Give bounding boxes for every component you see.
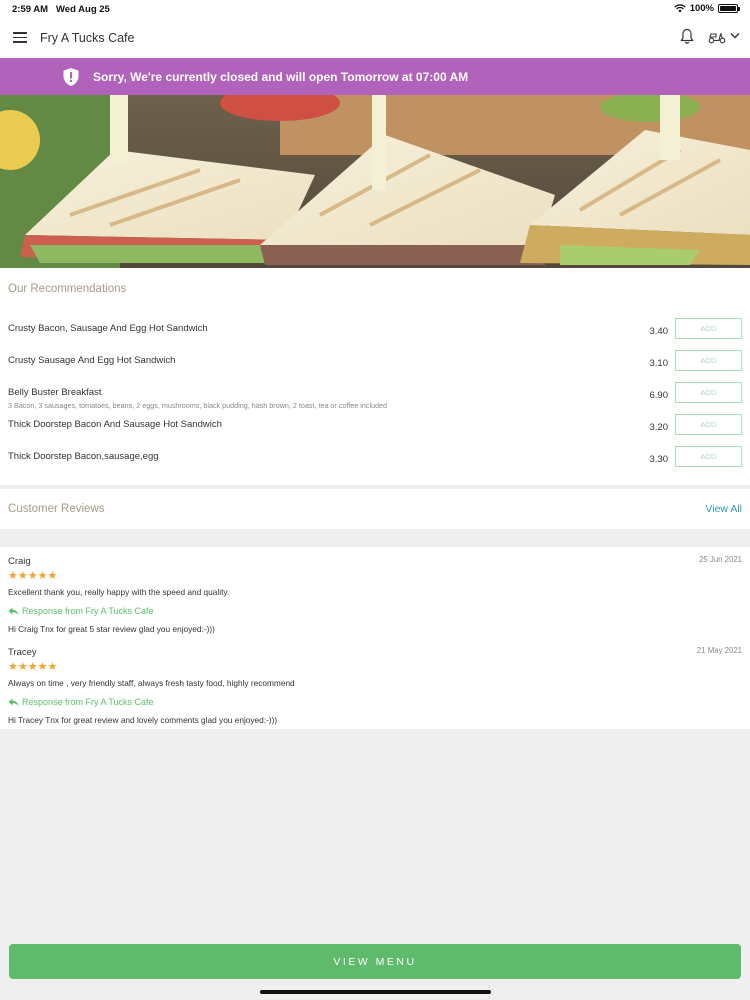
page-title: Fry A Tucks Cafe	[40, 31, 135, 45]
item-name: Crusty Bacon, Sausage And Egg Hot Sandwi…	[8, 323, 208, 334]
app-header: Fry A Tucks Cafe	[0, 18, 750, 58]
list-item[interactable]: Belly Buster Breakfast 3 Bacon, 3 sausag…	[0, 382, 750, 419]
view-all-link[interactable]: View All	[705, 503, 742, 515]
status-time: 2:59 AM	[12, 4, 49, 15]
status-bar: 2:59 AM Wed Aug 25 100%	[0, 0, 750, 18]
recommendations-section: Our Recommendations Crusty Bacon, Sausag…	[0, 268, 750, 485]
list-item[interactable]: Thick Doorstep Bacon,sausage,egg 3.30 AD…	[0, 446, 750, 483]
review-author: Craig	[8, 556, 31, 567]
hero-image	[0, 95, 750, 268]
reply-icon	[8, 607, 19, 615]
item-price: 3.30	[649, 454, 669, 465]
delivery-scooter-icon[interactable]	[708, 30, 726, 44]
reply-icon	[8, 698, 19, 706]
review-card: Tracey 21 May 2021 ★★★★★ Always on time …	[0, 638, 750, 726]
add-button[interactable]: ADD	[675, 414, 742, 435]
add-button[interactable]: ADD	[675, 350, 742, 371]
list-item[interactable]: Thick Doorstep Bacon And Sausage Hot San…	[0, 414, 750, 451]
chevron-down-icon[interactable]	[730, 32, 740, 39]
response-label-text: Response from Fry A Tucks Cafe	[22, 697, 154, 707]
star-rating: ★★★★★	[8, 570, 58, 582]
wifi-icon	[674, 4, 686, 13]
response-label-text: Response from Fry A Tucks Cafe	[22, 606, 154, 616]
battery-percent: 100%	[689, 3, 714, 14]
reviews-list: Craig 25 Jun 2021 ★★★★★ Excellent thank …	[0, 547, 750, 729]
view-menu-button[interactable]: VIEW MENU	[9, 944, 741, 979]
review-date: 25 Jun 2021	[699, 555, 742, 564]
menu-icon[interactable]	[13, 32, 27, 43]
status-right: 100%	[674, 3, 740, 14]
response-text: Hi Tracey Tnx for great review and lovel…	[8, 715, 278, 725]
bell-icon[interactable]	[680, 28, 694, 45]
item-price: 3.40	[649, 326, 669, 337]
list-item[interactable]: Crusty Sausage And Egg Hot Sandwich 3.10…	[0, 350, 750, 387]
item-description: 3 Bacon, 3 sausages, tomatoes, beans, 2 …	[8, 401, 388, 410]
review-author: Tracey	[8, 647, 37, 658]
review-comment: Always on time , very friendly staff, al…	[8, 678, 295, 688]
item-name: Thick Doorstep Bacon And Sausage Hot San…	[8, 419, 222, 430]
home-indicator	[260, 990, 491, 994]
shield-alert-icon	[63, 68, 79, 86]
item-price: 3.20	[649, 422, 669, 433]
review-card: Craig 25 Jun 2021 ★★★★★ Excellent thank …	[0, 547, 750, 635]
closed-banner: Sorry, We're currently closed and will o…	[0, 58, 750, 95]
battery-icon	[718, 4, 740, 13]
status-date: Wed Aug 25	[56, 4, 110, 15]
closed-message: Sorry, We're currently closed and will o…	[93, 70, 469, 84]
item-name: Thick Doorstep Bacon,sausage,egg	[8, 451, 159, 462]
response-text: Hi Craig Tnx for great 5 star review gla…	[8, 624, 215, 634]
list-item[interactable]: Crusty Bacon, Sausage And Egg Hot Sandwi…	[0, 318, 750, 355]
reviews-header: Customer Reviews View All	[0, 489, 750, 529]
item-price: 3.10	[649, 358, 669, 369]
item-name: Belly Buster Breakfast	[8, 387, 102, 398]
add-button[interactable]: ADD	[675, 318, 742, 339]
response-label: Response from Fry A Tucks Cafe	[8, 697, 154, 707]
sandwich-image	[0, 95, 750, 268]
review-date: 21 May 2021	[696, 646, 742, 655]
add-button[interactable]: ADD	[675, 382, 742, 403]
reviews-title: Customer Reviews	[8, 503, 105, 515]
add-button[interactable]: ADD	[675, 446, 742, 467]
item-price: 6.90	[649, 390, 669, 401]
response-label: Response from Fry A Tucks Cafe	[8, 606, 154, 616]
recommendations-title: Our Recommendations	[8, 283, 127, 295]
review-comment: Excellent thank you, really happy with t…	[8, 587, 230, 597]
item-name: Crusty Sausage And Egg Hot Sandwich	[8, 355, 176, 366]
star-rating: ★★★★★	[8, 661, 58, 673]
